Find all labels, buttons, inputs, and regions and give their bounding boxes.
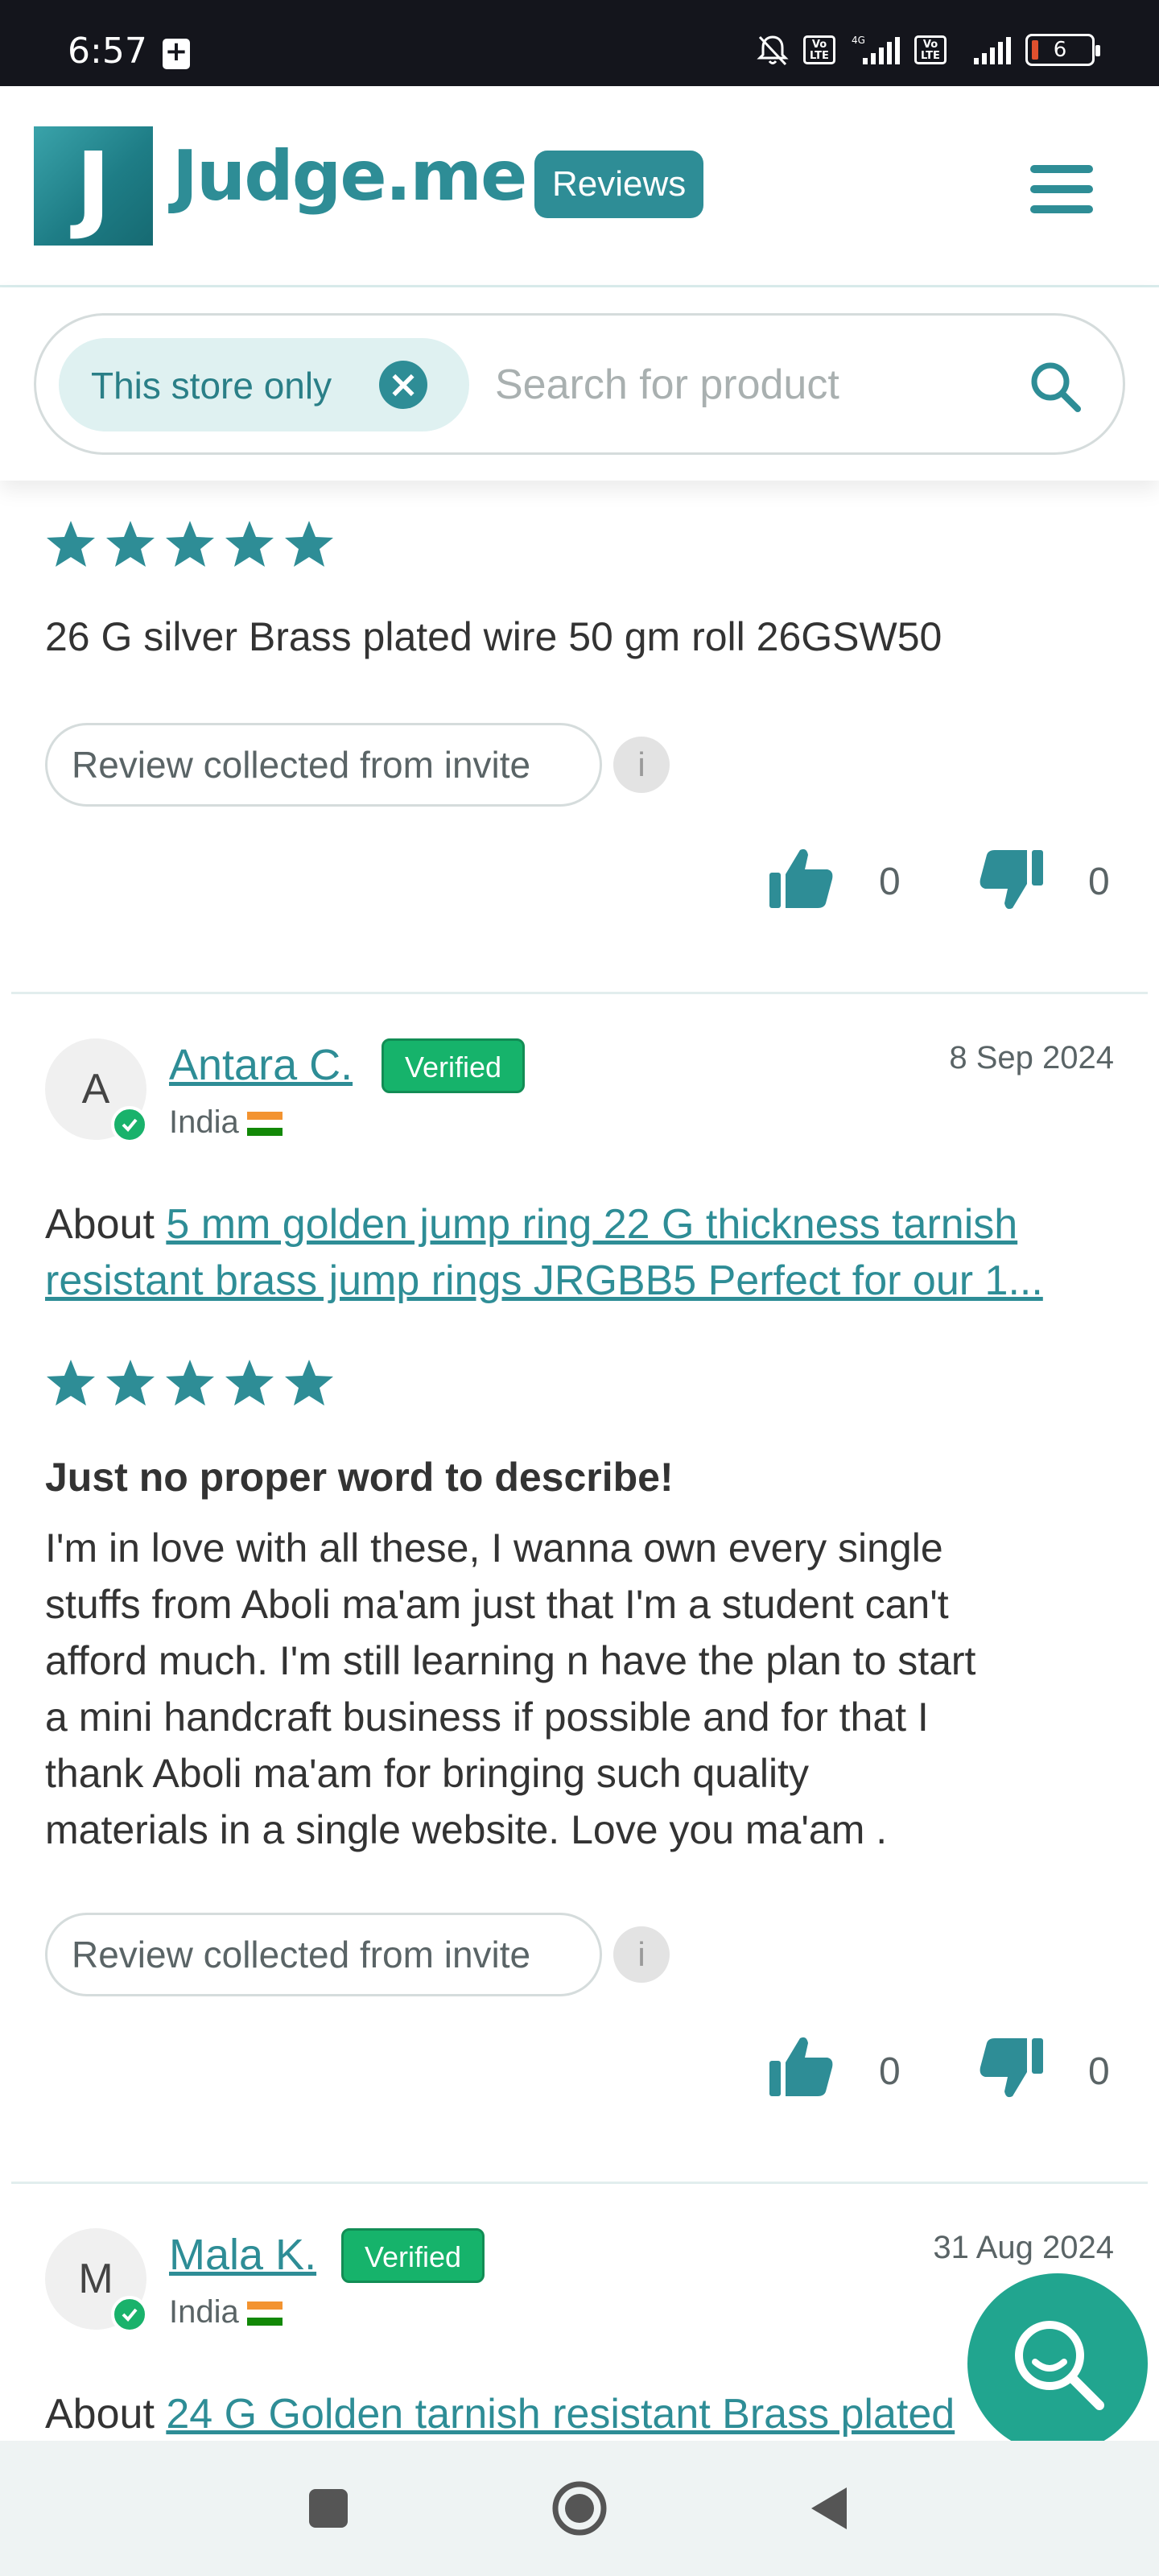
review-date: 31 Aug 2024	[933, 2230, 1114, 2265]
info-icon[interactable]: i	[613, 737, 670, 793]
avatar-initial: A	[81, 1066, 110, 1113]
review-body: 26 G silver Brass plated wire 50 gm roll…	[45, 614, 942, 659]
reviewer-name[interactable]: Mala K.	[169, 2230, 316, 2280]
store-filter-chip[interactable]: This store only ×	[59, 338, 469, 431]
back-icon[interactable]	[805, 2484, 853, 2533]
country-label: India	[169, 2294, 239, 2330]
info-icon[interactable]: i	[613, 1926, 670, 1983]
bell-muted-icon	[757, 35, 789, 66]
review-divider	[11, 992, 1148, 994]
status-bar: 6:57 Vo LTE 4G Vo LTE 6	[0, 0, 1159, 86]
avatar-initial: M	[78, 2256, 113, 2302]
search-icon	[1015, 2321, 1104, 2410]
star-icon	[225, 521, 274, 567]
thumbs-up-icon[interactable]	[768, 2032, 835, 2099]
store-filter-label: This store only	[91, 365, 332, 407]
thumbs-down-icon[interactable]	[977, 2035, 1045, 2103]
review-title: Just no proper word to describe!	[45, 1455, 674, 1500]
review-body-line: materials in a single website. Love you …	[45, 1807, 888, 1852]
star-icon	[285, 521, 333, 567]
signal-icon: 4G	[852, 35, 900, 64]
reviewer-country: India	[169, 2294, 283, 2330]
review-source-chip: Review collected from invite	[45, 723, 602, 807]
battery-level: 6	[1053, 38, 1067, 62]
review-body-line: afford much. I'm still learning n have t…	[45, 1638, 976, 1683]
review-body-line: a mini handcraft business if possible an…	[45, 1695, 929, 1740]
star-icon	[166, 1360, 214, 1406]
judgeme-logo[interactable]: J	[34, 126, 153, 246]
svg-text:4G: 4G	[852, 35, 865, 46]
recent-apps-icon[interactable]	[304, 2484, 353, 2533]
star-icon	[47, 521, 95, 567]
like-count: 0	[879, 2050, 901, 2093]
search-input[interactable]: Search for product	[495, 361, 839, 409]
country-label: India	[169, 1104, 239, 1140]
about-prefix: About	[45, 2391, 155, 2438]
star-icon	[106, 1360, 155, 1406]
search-icon[interactable]	[1026, 357, 1084, 415]
about-prefix: About	[45, 1201, 155, 1248]
hamburger-menu-icon[interactable]	[1030, 165, 1093, 213]
reviewer-name[interactable]: Antara C.	[169, 1040, 353, 1090]
india-flag-icon	[246, 2301, 283, 2326]
avatar: A	[45, 1038, 148, 1143]
app-header: J Judge.me Reviews	[0, 86, 1159, 287]
star-icon	[285, 1360, 333, 1406]
product-link-cont[interactable]: resistant brass jump rings JRGBB5 Perfec…	[45, 1257, 1043, 1304]
brand-name[interactable]: Judge.me	[172, 136, 527, 217]
review-product: About 5 mm golden jump ring 22 G thickne…	[45, 1196, 1116, 1309]
dislike-count: 0	[1088, 861, 1110, 903]
review-body-line: stuffs from Aboli ma'am just that I'm a …	[45, 1582, 949, 1627]
reviewer-country: India	[169, 1104, 283, 1141]
signal-icon-2	[974, 37, 1011, 64]
volte-icon-2: Vo LTE	[914, 35, 947, 64]
logo-letter: J	[76, 131, 111, 242]
status-icons: Vo LTE 4G Vo LTE 6	[755, 32, 1100, 68]
thumbs-down-icon[interactable]	[977, 847, 1045, 914]
search-fab[interactable]	[967, 2273, 1148, 2454]
star-rating	[45, 1357, 335, 1409]
review-divider	[11, 2182, 1148, 2184]
status-time: 6:57	[68, 31, 147, 72]
verified-check-icon	[111, 2296, 148, 2333]
search-area: This store only × Search for product	[0, 287, 1159, 481]
product-link[interactable]: 24 G Golden tarnish resistant Brass plat…	[166, 2391, 955, 2438]
search-box[interactable]: This store only × Search for product	[34, 313, 1125, 455]
india-flag-icon	[246, 1112, 283, 1137]
reviews-badge: Reviews	[534, 151, 704, 218]
close-icon[interactable]: ×	[379, 361, 427, 409]
verified-badge: Verified	[382, 1038, 526, 1093]
product-link[interactable]: 5 mm golden jump ring 22 G thickness tar…	[166, 1201, 1017, 1248]
dislike-count: 0	[1088, 2050, 1110, 2093]
battery-saver-icon	[163, 35, 190, 69]
review-body-line: I'm in love with all these, I wanna own …	[45, 1525, 943, 1571]
review-body: I'm in love with all these, I wanna own …	[45, 1520, 975, 1858]
verified-check-icon	[111, 1106, 148, 1143]
system-nav-bar	[0, 2441, 1159, 2576]
like-count: 0	[879, 861, 901, 903]
review-body-line: thank Aboli ma'am for bringing such qual…	[45, 1751, 809, 1796]
volte-icon: Vo LTE	[803, 35, 835, 64]
review-product: About 24 G Golden tarnish resistant Bras…	[45, 2386, 1116, 2442]
star-icon	[106, 521, 155, 567]
review-date: 8 Sep 2024	[949, 1040, 1114, 1075]
home-icon[interactable]	[551, 2479, 608, 2537]
review-source-chip: Review collected from invite	[45, 1913, 602, 1996]
avatar: M	[45, 2228, 148, 2333]
thumbs-up-icon[interactable]	[768, 844, 835, 911]
star-rating	[45, 518, 335, 570]
battery-icon: 6	[1025, 34, 1100, 66]
star-icon	[225, 1360, 274, 1406]
star-icon	[47, 1360, 95, 1406]
verified-badge: Verified	[341, 2228, 485, 2283]
star-icon	[166, 521, 214, 567]
